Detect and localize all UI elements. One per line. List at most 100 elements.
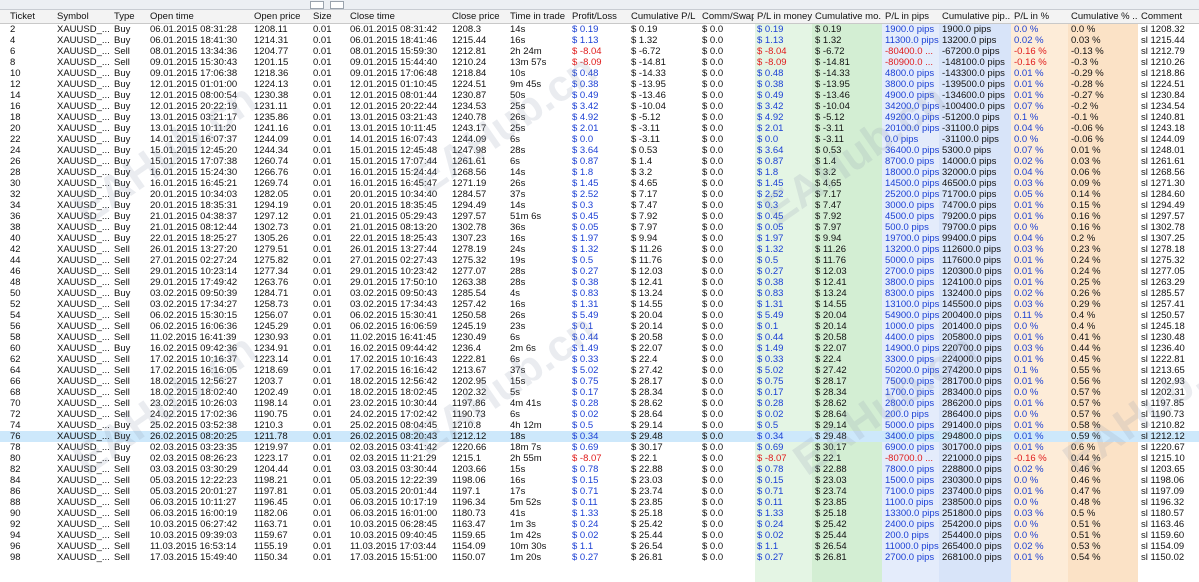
column-header-cumulative-money[interactable]: Cumulative mo... xyxy=(815,11,881,22)
cell-ticket: 46 xyxy=(10,266,21,277)
table-row[interactable]: 60 XAUUSD_... Buy 16.02.2015 09:42:36 1234.9… xyxy=(0,343,1199,354)
column-header-comment[interactable]: Comment xyxy=(1141,11,1199,22)
cell-open-time: 06.01.2015 08:31:28 xyxy=(150,24,238,35)
cell-profit-loss: $ 0.34 xyxy=(572,431,599,442)
cell-type: Buy xyxy=(114,101,131,112)
table-row[interactable]: 72 XAUUSD_... Sell 24.02.2015 17:02:36 1190.… xyxy=(0,409,1199,420)
table-row[interactable]: 34 XAUUSD_... Buy 20.01.2015 18:35:31 1294.1… xyxy=(0,200,1199,211)
table-row[interactable]: 4 XAUUSD_... Buy 06.01.2015 18:41:30 1214.31… xyxy=(0,35,1199,46)
table-row[interactable]: 70 XAUUSD_... Sell 23.02.2015 10:26:03 1198.… xyxy=(0,398,1199,409)
cell-open-price: 1258.73 xyxy=(254,299,289,310)
column-header-cumulative-pl[interactable]: Cumulative P/L xyxy=(631,11,699,22)
table-row[interactable]: 46 XAUUSD_... Sell 29.01.2015 10:23:14 1277.… xyxy=(0,266,1199,277)
cell-cumulative-percent: 0.03 % xyxy=(1071,156,1101,167)
table-row[interactable]: 78 XAUUSD_... Buy 02.03.2015 03:23:35 1219.9… xyxy=(0,442,1199,453)
table-row[interactable]: 62 XAUUSD_... Sell 17.02.2015 10:16:37 1223.… xyxy=(0,354,1199,365)
table-row[interactable]: 6 XAUUSD_... Sell 08.01.2015 13:34:36 1204.7… xyxy=(0,46,1199,57)
cell-symbol: XAUUSD_... xyxy=(57,376,110,387)
table-row[interactable]: 38 XAUUSD_... Buy 21.01.2015 08:12:44 1302.7… xyxy=(0,222,1199,233)
column-header-symbol[interactable]: Symbol xyxy=(57,11,112,22)
table-row[interactable]: 10 XAUUSD_... Buy 09.01.2015 17:06:38 1218.3… xyxy=(0,68,1199,79)
cell-type: Buy xyxy=(114,431,131,442)
cell-close-price: 1285.54 xyxy=(452,288,487,299)
table-row[interactable]: 20 XAUUSD_... Buy 13.01.2015 10:11:20 1241.1… xyxy=(0,123,1199,134)
cell-pl-money: $ 0.1 xyxy=(757,321,779,332)
column-header-time-in-trade[interactable]: Time in trade xyxy=(510,11,570,22)
table-row[interactable]: 94 XAUUSD_... Sell 10.03.2015 09:39:03 1159.… xyxy=(0,530,1199,541)
column-header-cumulative-percent[interactable]: Cumulative % ... xyxy=(1071,11,1138,22)
column-header-open-price[interactable]: Open price xyxy=(254,11,311,22)
table-row[interactable]: 92 XAUUSD_... Sell 10.03.2015 06:27:42 1163.… xyxy=(0,519,1199,530)
column-header-close-price[interactable]: Close price xyxy=(452,11,508,22)
cell-open-price: 1302.73 xyxy=(254,222,289,233)
cell-profit-loss: $ 0.49 xyxy=(572,90,599,101)
table-row[interactable]: 90 XAUUSD_... Sell 06.03.2015 16:00:19 1182.… xyxy=(0,508,1199,519)
table-row[interactable]: 96 XAUUSD_... Sell 11.03.2015 16:53:14 1155.… xyxy=(0,541,1199,552)
table-row[interactable]: 36 XAUUSD_... Buy 21.01.2015 04:38:37 1297.1… xyxy=(0,211,1199,222)
table-row[interactable]: 68 XAUUSD_... Sell 18.02.2015 18:02:40 1202.… xyxy=(0,387,1199,398)
table-row[interactable]: 28 XAUUSD_... Buy 16.01.2015 15:24:30 1266.7… xyxy=(0,167,1199,178)
cell-open-price: 1196.45 xyxy=(254,497,288,508)
table-row[interactable]: 42 XAUUSD_... Sell 26.01.2015 13:27:20 1279.… xyxy=(0,244,1199,255)
column-header-pl-pips[interactable]: P/L in pips xyxy=(885,11,940,22)
table-row[interactable]: 48 XAUUSD_... Sell 29.01.2015 17:49:42 1263.… xyxy=(0,277,1199,288)
table-row[interactable]: 2 XAUUSD_... Buy 06.01.2015 08:31:28 1208.11… xyxy=(0,24,1199,35)
cell-open-price: 1244.09 xyxy=(254,134,289,145)
column-header-cumulative-pips[interactable]: Cumulative pip... xyxy=(942,11,1010,22)
column-header-pl-money[interactable]: P/L in money xyxy=(757,11,813,22)
table-row[interactable]: 44 XAUUSD_... Sell 27.01.2015 02:27:24 1275.… xyxy=(0,255,1199,266)
table-row[interactable]: 74 XAUUSD_... Buy 25.02.2015 03:52:38 1210.3… xyxy=(0,420,1199,431)
cell-cumulative-money: $ 0.53 xyxy=(815,145,842,156)
cell-close-time: 06.01.2015 18:41:46 xyxy=(350,35,438,46)
column-header-close-time[interactable]: Close time xyxy=(350,11,450,22)
column-header-ticket[interactable]: Ticket xyxy=(10,11,55,22)
cell-comm-swap: $ 0.0 xyxy=(702,486,724,497)
table-row[interactable]: 8 XAUUSD_... Sell 09.01.2015 15:30:43 1201.1… xyxy=(0,57,1199,68)
table-row[interactable]: 16 XAUUSD_... Buy 12.01.2015 20:22:19 1231.1… xyxy=(0,101,1199,112)
cell-type: Sell xyxy=(114,475,130,486)
table-row[interactable]: 76 XAUUSD_... Buy 26.02.2015 08:20:25 1211.7… xyxy=(0,431,1199,442)
table-row[interactable]: 86 XAUUSD_... Sell 05.03.2015 20:01:27 1197.… xyxy=(0,486,1199,497)
table-row[interactable]: 56 XAUUSD_... Sell 06.02.2015 16:06:36 1245.… xyxy=(0,321,1199,332)
table-row[interactable]: 18 XAUUSD_... Buy 13.01.2015 03:21:17 1235.8… xyxy=(0,112,1199,123)
cell-time-in-trade: 16s xyxy=(510,35,526,46)
cell-cumulative-pl: $ 27.42 xyxy=(631,365,663,376)
table-row[interactable]: 88 XAUUSD_... Sell 06.03.2015 10:11:27 1196.… xyxy=(0,497,1199,508)
column-header-pl-percent[interactable]: P/L in % xyxy=(1014,11,1069,22)
table-row[interactable]: 64 XAUUSD_... Sell 17.02.2015 16:16:05 1218.… xyxy=(0,365,1199,376)
table-row[interactable]: 98 XAUUSD_... Sell 17.03.2015 15:49:40 1150.… xyxy=(0,552,1199,563)
cell-close-time: 21.01.2015 08:13:20 xyxy=(350,222,438,233)
cell-symbol: XAUUSD_... xyxy=(57,46,110,57)
table-row[interactable]: 14 XAUUSD_... Buy 12.01.2015 08:00:54 1230.3… xyxy=(0,90,1199,101)
table-row[interactable]: 80 XAUUSD_... Buy 02.03.2015 08:26:23 1223.1… xyxy=(0,453,1199,464)
table-row[interactable]: 32 XAUUSD_... Buy 20.01.2015 10:34:03 1282.0… xyxy=(0,189,1199,200)
table-row[interactable]: 30 XAUUSD_... Buy 16.01.2015 16:45:21 1269.7… xyxy=(0,178,1199,189)
cell-open-price: 1198.21 xyxy=(254,475,288,486)
cell-pl-percent: 0.0 % xyxy=(1014,24,1039,35)
cell-close-time: 05.03.2015 20:01:44 xyxy=(350,486,438,497)
toolbar-control[interactable] xyxy=(330,1,344,9)
table-row[interactable]: 12 XAUUSD_... Buy 12.01.2015 01:01:00 1224.1… xyxy=(0,79,1199,90)
table-row[interactable]: 52 XAUUSD_... Sell 03.02.2015 17:34:27 1258.… xyxy=(0,299,1199,310)
cell-profit-loss: $ 1.45 xyxy=(572,178,599,189)
column-header-open-time[interactable]: Open time xyxy=(150,11,250,22)
cell-cumulative-pl: $ 25.42 xyxy=(631,519,663,530)
cell-pl-money: $ 0.5 xyxy=(757,420,779,431)
column-header-profit-loss[interactable]: Profit/Loss xyxy=(572,11,629,22)
table-row[interactable]: 40 XAUUSD_... Buy 22.01.2015 18:25:27 1305.2… xyxy=(0,233,1199,244)
table-row[interactable]: 58 XAUUSD_... Sell 11.02.2015 16:41:39 1230.… xyxy=(0,332,1199,343)
table-row[interactable]: 66 XAUUSD_... Sell 18.02.2015 12:56:27 1203.… xyxy=(0,376,1199,387)
cell-type: Sell xyxy=(114,354,130,365)
table-row[interactable]: 24 XAUUSD_... Buy 15.01.2015 12:45:20 1244.3… xyxy=(0,145,1199,156)
table-row[interactable]: 54 XAUUSD_... Sell 06.02.2015 15:30:15 1256.… xyxy=(0,310,1199,321)
column-header-size[interactable]: Size xyxy=(313,11,348,22)
table-row[interactable]: 22 XAUUSD_... Buy 14.01.2015 16:07:37 1244.0… xyxy=(0,134,1199,145)
toolbar-control[interactable] xyxy=(310,1,324,9)
cell-ticket: 56 xyxy=(10,321,21,332)
column-header-type[interactable]: Type xyxy=(114,11,148,22)
column-header-comm-swap[interactable]: Comm/Swap xyxy=(702,11,754,22)
table-row[interactable]: 26 XAUUSD_... Buy 15.01.2015 17:07:38 1260.7… xyxy=(0,156,1199,167)
table-row[interactable]: 82 XAUUSD_... Sell 03.03.2015 03:30:29 1204.… xyxy=(0,464,1199,475)
table-row[interactable]: 50 XAUUSD_... Buy 03.02.2015 09:50:39 1284.7… xyxy=(0,288,1199,299)
table-row[interactable]: 84 XAUUSD_... Sell 05.03.2015 12:22:23 1198.… xyxy=(0,475,1199,486)
